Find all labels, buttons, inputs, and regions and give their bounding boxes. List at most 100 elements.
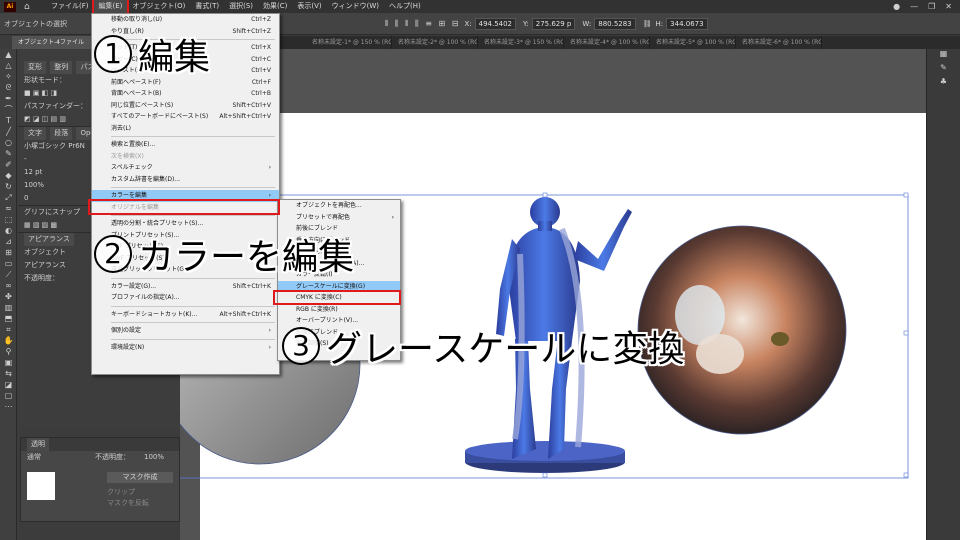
align-icons[interactable]: ⫴ ⫼ ⫴ ⫼ ≡ ⊞ ⊟	[385, 19, 460, 29]
tab-document[interactable]: 名称未設定-5* @ 100 % (RGB/プレビ...	[650, 36, 736, 49]
hand-icon[interactable]: ✋	[0, 335, 17, 346]
perspective-icon[interactable]: ⊿	[0, 236, 17, 247]
minimize-icon[interactable]: —	[910, 2, 918, 11]
menu-help[interactable]: ヘルプ(H)	[384, 0, 426, 13]
submenu-item[interactable]: プリセットで再配色 ›	[278, 212, 400, 224]
submenu-item-label: RGB に変換(R)	[296, 305, 338, 313]
pencil-icon[interactable]: ✐	[0, 159, 17, 170]
tab-document[interactable]: 名称未設定-4* @ 100 % (RGB/プレビ...	[564, 36, 650, 49]
menu-type[interactable]: 書式(T)	[190, 0, 224, 13]
edit-menu-item[interactable]: すべてのアートボードにペースト(S) Alt+Shift+Ctrl+V	[92, 111, 279, 123]
tab-align[interactable]: 整列	[50, 61, 73, 74]
edit-menu-item[interactable]: 同じ位置にペースト(S) Shift+Ctrl+V	[92, 100, 279, 112]
zoom-icon[interactable]: ⚲	[0, 346, 17, 357]
brushes-icon[interactable]: ✎	[927, 63, 960, 77]
x-field[interactable]: 494.5402	[474, 17, 517, 30]
eraser-icon[interactable]: ◆	[0, 170, 17, 181]
tab-document[interactable]: 名称未設定-1* @ 150 % (RGB/プレビ...	[306, 36, 392, 49]
menu-separator	[111, 215, 275, 216]
artboard-icon[interactable]: ⬒	[0, 313, 17, 324]
warp-icon[interactable]: ≈	[0, 203, 17, 214]
edit-menu-item[interactable]: 環境設定(N) ›	[92, 342, 279, 354]
tab-character[interactable]: 文字	[24, 127, 46, 140]
symbol-icon[interactable]: ✤	[0, 291, 17, 302]
menu-object[interactable]: オブジェクト(O)	[127, 0, 190, 13]
highlight-grayscale	[273, 290, 401, 305]
brush-icon[interactable]: ✎	[0, 148, 17, 159]
selection-tool-icon[interactable]: ▲	[0, 49, 17, 60]
edit-menu-item[interactable]: カスタム辞書を編集(D)...	[92, 174, 279, 186]
edit-menu-item[interactable]: 検索と置換(E)...	[92, 139, 279, 151]
link-icon[interactable]: ⛓	[643, 20, 652, 28]
tab-document[interactable]: 名称未設定-6* @ 100 % (RGB/プレビ...	[736, 36, 822, 49]
type-tool-icon[interactable]: T	[0, 115, 17, 126]
clip-checkbox[interactable]: クリップ	[107, 487, 135, 497]
invert-mask-checkbox[interactable]: マスクを反転	[107, 498, 149, 508]
menu-file[interactable]: ファイル(F)	[46, 0, 94, 13]
free-transform-icon[interactable]: ⬚	[0, 214, 17, 225]
tab-document[interactable]: 名称未設定-3* @ 150 % (RGB/プレビ...	[478, 36, 564, 49]
menu-window[interactable]: ウィンドウ(W)	[327, 0, 384, 13]
edit-menu-item[interactable]: スペルチェック ›	[92, 162, 279, 174]
fill-stroke-icon[interactable]: ▣	[0, 357, 17, 368]
ellipse-tool-icon[interactable]: ○	[0, 137, 17, 148]
blend-icon[interactable]: ∞	[0, 280, 17, 291]
blend-mode-select[interactable]: 通常	[27, 451, 41, 464]
rotate-icon[interactable]: ↻	[0, 181, 17, 192]
lasso-icon[interactable]: ᘓ	[0, 82, 17, 93]
tab-paragraph[interactable]: 段落	[50, 127, 73, 140]
tab-appearance[interactable]: アピアランス	[24, 233, 74, 246]
menu-item-shortcut: ›	[268, 164, 271, 171]
step-1-number: 1	[94, 35, 132, 73]
menu-item-shortcut: Ctrl+V	[251, 67, 271, 74]
menu-bar: Ai ⌂ ファイル(F) 編集(E) オブジェクト(O) 書式(T) 選択(S)…	[0, 0, 960, 15]
pen-tool-icon[interactable]: ✒	[0, 93, 17, 104]
edit-menu-item[interactable]: 移動の取り消し(U) Ctrl+Z	[92, 14, 279, 26]
edit-menu-item[interactable]: プロファイルの指定(A)...	[92, 292, 279, 304]
menu-select[interactable]: 選択(S)	[224, 0, 258, 13]
y-field[interactable]: 275.629 p	[531, 17, 576, 30]
curvature-icon[interactable]: ⌒	[0, 104, 17, 115]
h-field[interactable]: 344.0673	[666, 17, 708, 30]
edit-menu-item[interactable]: 消去(L)	[92, 123, 279, 135]
restore-icon[interactable]: ❐	[928, 2, 935, 11]
menu-edit[interactable]: 編集(E)	[91, 0, 130, 15]
tab-transform[interactable]: 変形	[24, 61, 46, 74]
home-icon[interactable]: ⌂	[24, 2, 36, 12]
line-tool-icon[interactable]: ╱	[0, 126, 17, 137]
magic-wand-icon[interactable]: ✧	[0, 71, 17, 82]
tab-transparency[interactable]: 透明	[27, 438, 49, 451]
close-icon[interactable]: ✕	[945, 2, 952, 11]
edit-menu-item[interactable]: 背面へペースト(B) Ctrl+B	[92, 88, 279, 100]
eyedropper-icon[interactable]: ⟋	[0, 269, 17, 280]
direct-selection-tool-icon[interactable]: △	[0, 60, 17, 71]
tab-document[interactable]: 名称未設定-2* @ 100 % (RGB/プレビ...	[392, 36, 478, 49]
gradient-icon[interactable]: ▭	[0, 258, 17, 269]
edit-menu-item[interactable]: カラー設定(G)... Shift+Ctrl+K	[92, 281, 279, 293]
swap-colors-icon[interactable]: ⇆	[0, 368, 17, 379]
edit-menu-item[interactable]: 個別の設定 ›	[92, 325, 279, 337]
mesh-icon[interactable]: ⊞	[0, 247, 17, 258]
scale-icon[interactable]: ⤢	[0, 192, 17, 203]
edit-menu-item[interactable]: キーボードショートカット(K)... Alt+Shift+Ctrl+K	[92, 309, 279, 321]
user-icon[interactable]: ●	[893, 2, 900, 11]
opacity-field[interactable]: 100%	[144, 451, 164, 464]
symbols-icon[interactable]: ♣	[927, 77, 960, 91]
menu-effect[interactable]: 効果(C)	[258, 0, 292, 13]
submenu-item[interactable]: RGB に変換(R)	[278, 304, 400, 316]
submenu-item[interactable]: オブジェクトを再配色...	[278, 200, 400, 212]
shape-builder-icon[interactable]: ◐	[0, 225, 17, 236]
more-tools-icon[interactable]: ⋯	[0, 401, 17, 412]
menu-item-label: スペルチェック	[111, 164, 153, 171]
menu-view[interactable]: 表示(V)	[292, 0, 326, 13]
menu-item-label: カラー設定(G)...	[111, 282, 157, 290]
menu-separator	[111, 136, 275, 137]
screen-mode-icon[interactable]: ▢	[0, 390, 17, 401]
graph-icon[interactable]: ▥	[0, 302, 17, 313]
make-mask-button[interactable]: マスク作成	[107, 472, 173, 483]
swatches-icon[interactable]: ▦	[927, 49, 960, 63]
tab-document-active[interactable]: オブジェクト-4ファイル	[12, 36, 98, 49]
w-field[interactable]: 880.5283	[594, 17, 636, 30]
slice-icon[interactable]: ⌗	[0, 324, 17, 335]
draw-mode-icon[interactable]: ◪	[0, 379, 17, 390]
